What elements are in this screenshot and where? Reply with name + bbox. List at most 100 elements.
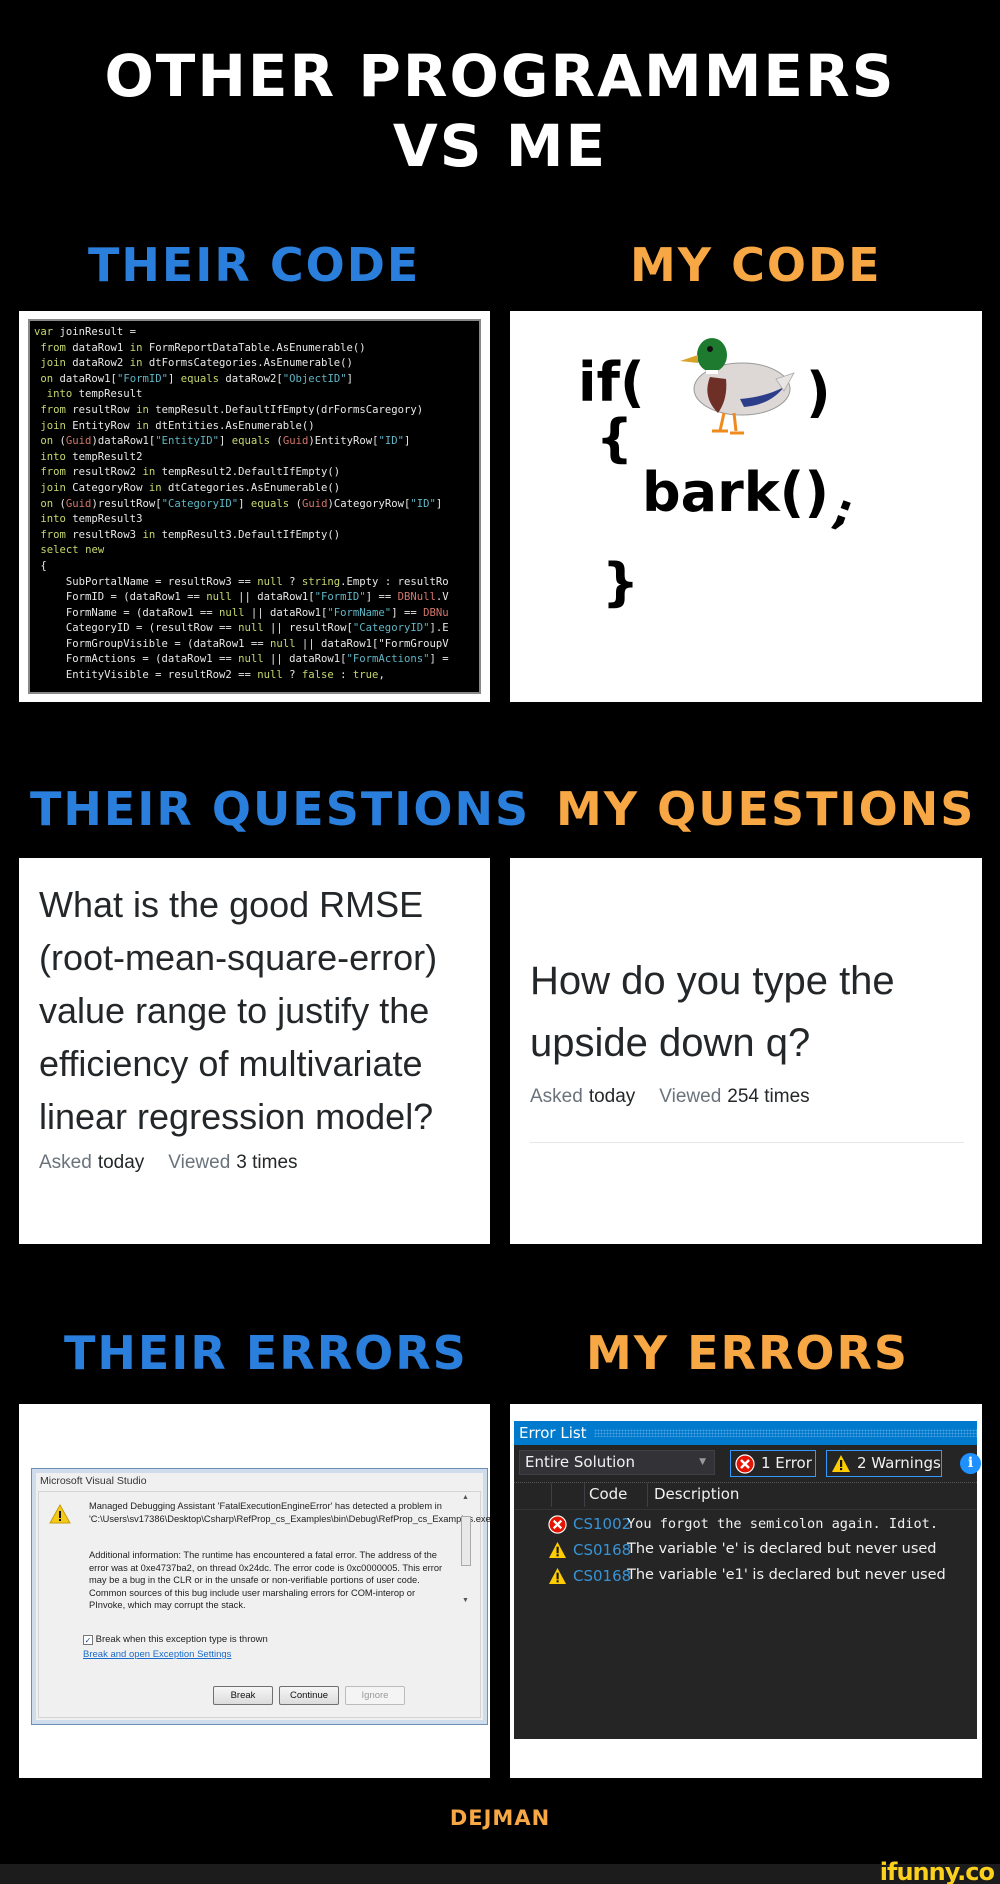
code-line: into tempResult (46, 388, 143, 401)
bark-call: bark() (642, 461, 829, 524)
code-line: join CategoryRow in dtCategories.AsEnume… (40, 481, 341, 494)
error-description: You forgot the semicolon again. Idiot. (627, 1516, 938, 1532)
errors-filter-button[interactable]: 1 Error (730, 1450, 816, 1477)
code-line: on dataRow1["FormID"] equals dataRow2["O… (40, 372, 353, 385)
code-line: EntityVisible = resultRow2 == null ? fal… (34, 669, 385, 682)
continue-button[interactable]: Continue (279, 1686, 339, 1705)
code-line: FormID = (dataRow1 == null || dataRow1["… (34, 591, 449, 604)
code-line: FormActions = (dataRow1 == null || dataR… (34, 653, 449, 666)
error-list-window: Error List Entire Solution ▼ 1 Error 2 W… (514, 1421, 981, 1739)
error-icon (548, 1515, 567, 1534)
my-code-panel: if( ) { bark() ; } (510, 311, 982, 702)
viewed-label: Viewed (168, 1152, 231, 1173)
error-list-row[interactable]: CS0168 The variable 'e1' is declared but … (514, 1565, 977, 1589)
code-line: select new (40, 544, 105, 557)
code-line: { (34, 559, 47, 572)
error-code-link[interactable]: CS0168 (573, 1541, 631, 1559)
error-list-header: Error List (514, 1421, 977, 1445)
error-description: The variable 'e' is declared but never u… (627, 1541, 937, 1557)
code-line: from resultRow2 in tempResult2.DefaultIf… (40, 466, 341, 479)
code-line: from resultRow3 in tempResult3.DefaultIf… (40, 528, 341, 541)
error-code-link[interactable]: CS0168 (573, 1567, 631, 1585)
heading-their-code: THEIR CODE (88, 238, 421, 292)
asked-label: Asked (530, 1086, 583, 1107)
divider (530, 1142, 964, 1143)
warning-count: 2 Warnings (857, 1454, 941, 1472)
ifunny-watermark: ifunny.co (879, 1858, 995, 1884)
column-header-code[interactable]: Code (589, 1485, 627, 1503)
their-code-panel: var joinResult = from dataRow1 in FormRe… (19, 311, 490, 702)
code-line: on (Guid)dataRow1["EntityID"] equals (Gu… (40, 435, 411, 448)
code-line: on (Guid)resultRow["CategoryID"] equals … (40, 497, 443, 510)
code-line: from dataRow1 in FormReportDataTable.AsE… (40, 341, 366, 354)
question-title[interactable]: How do you type the upside down q? (530, 950, 968, 1074)
checkbox-checked-icon[interactable]: ✓ (83, 1635, 93, 1645)
error-list-title: Error List (519, 1424, 587, 1442)
semicolon: ; (826, 483, 861, 538)
scope-dropdown[interactable]: Entire Solution ▼ (519, 1450, 715, 1475)
my-error-panel: Error List Entire Solution ▼ 1 Error 2 W… (510, 1404, 982, 1778)
open-brace: { (596, 409, 634, 469)
dialog-message-2: Additional information: The runtime has … (89, 1550, 443, 1610)
error-description: The variable 'e1' is declared but never … (627, 1567, 946, 1583)
author-signature: DEJMAN (449, 1806, 551, 1830)
code-line: CategoryID = (resultRow == null || resul… (34, 622, 449, 635)
code-line: from resultRow in tempResult.DefaultIfEm… (40, 403, 424, 416)
break-button[interactable]: Break (213, 1686, 273, 1705)
exception-settings-link[interactable]: Break and open Exception Settings (83, 1649, 231, 1660)
code-line: SubPortalName = resultRow3 == null ? str… (34, 575, 449, 588)
viewed-value: 254 times (727, 1086, 810, 1107)
question-meta: Asked today Viewed 254 times (530, 1086, 834, 1108)
warnings-filter-button[interactable]: 2 Warnings (826, 1450, 942, 1477)
dialog-scrollbar[interactable]: ▲ ▼ (460, 1494, 472, 1604)
code-line: FormGroupVisible = (dataRow1 == null || … (34, 637, 449, 650)
chevron-down-icon: ▼ (699, 1457, 706, 1467)
heading-my-questions: MY QUESTIONS (556, 782, 976, 836)
heading-my-errors: MY ERRORS (586, 1326, 910, 1380)
code-line: FormName = (dataRow1 == null || dataRow1… (34, 606, 449, 619)
error-count: 1 Error (761, 1454, 812, 1472)
error-list-row[interactable]: CS1002 You forgot the semicolon again. Id… (514, 1513, 977, 1537)
comic-title-line-1: OTHER PROGRAMMERS (104, 42, 896, 110)
my-question-panel: How do you type the upside down q? Asked… (510, 858, 982, 1244)
warning-icon (832, 1455, 850, 1472)
if-keyword: if( (578, 351, 645, 414)
question-title[interactable]: What is the good RMSE (root-mean-square-… (39, 878, 476, 1143)
checkbox-label: Break when this exception type is thrown (95, 1634, 268, 1645)
vs-error-dialog: Microsoft Visual Studio Managed Debuggin… (31, 1468, 490, 1725)
asked-value: today (588, 1086, 636, 1107)
question-meta: Asked today Viewed 3 times (39, 1152, 322, 1174)
column-header-description[interactable]: Description (654, 1485, 739, 1503)
code-editor: var joinResult = from dataRow1 in FormRe… (28, 319, 481, 694)
warning-icon (548, 1567, 567, 1585)
close-paren: ) (806, 361, 831, 424)
code-line: into tempResult2 (40, 450, 143, 463)
info-icon[interactable]: i (960, 1453, 981, 1474)
error-icon (735, 1454, 755, 1474)
error-list-row[interactable]: CS0168 The variable 'e' is declared but n… (514, 1539, 977, 1563)
code-line: join dataRow2 in dtFormsCategories.AsEnu… (40, 357, 353, 370)
error-code-link[interactable]: CS1002 (573, 1515, 631, 1533)
warning-icon (548, 1541, 567, 1559)
watermark-bar: ifunny.co (0, 1858, 1000, 1884)
heading-my-code: MY CODE (630, 238, 882, 292)
dialog-message-1: Managed Debugging Assistant 'FatalExecut… (89, 1501, 490, 1524)
break-checkbox-row[interactable]: ✓ Break when this exception type is thro… (83, 1634, 268, 1645)
their-error-panel: Microsoft Visual Studio Managed Debuggin… (19, 1404, 490, 1778)
asked-label: Asked (39, 1152, 92, 1173)
dialog-title: Microsoft Visual Studio (40, 1475, 147, 1487)
viewed-value: 3 times (236, 1152, 298, 1173)
scope-value: Entire Solution (525, 1453, 635, 1471)
code-line: var joinResult = (34, 326, 137, 338)
comic-title-line-2: VS ME (392, 112, 608, 180)
close-brace: } (602, 553, 640, 613)
heading-their-errors: THEIR ERRORS (64, 1326, 468, 1380)
asked-value: today (97, 1152, 145, 1173)
duck-icon (680, 327, 795, 442)
warning-icon (49, 1504, 71, 1524)
ignore-button[interactable]: Ignore (345, 1686, 405, 1705)
heading-their-questions: THEIR QUESTIONS (30, 782, 531, 836)
viewed-label: Viewed (659, 1086, 722, 1107)
code-line: join EntityRow in dtEntities.AsEnumerabl… (40, 419, 315, 432)
their-question-panel: What is the good RMSE (root-mean-square-… (19, 858, 490, 1244)
